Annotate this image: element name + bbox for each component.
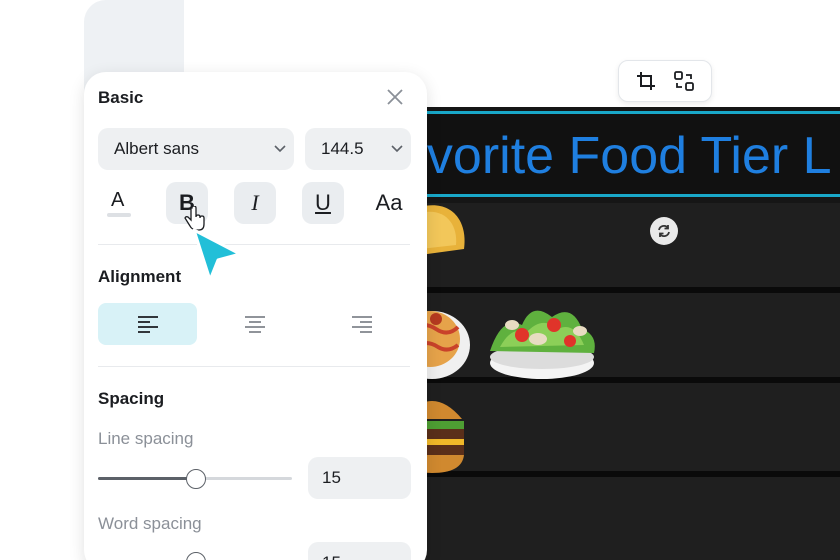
- align-center-button[interactable]: [205, 303, 304, 345]
- italic-icon: I: [251, 190, 259, 215]
- chevron-down-icon: [266, 144, 294, 154]
- align-left-icon: [137, 316, 158, 333]
- line-spacing-thumb[interactable]: [186, 469, 206, 489]
- line-spacing-input[interactable]: 15: [308, 457, 411, 499]
- divider: [98, 244, 410, 245]
- cursor-arrow-icon: [192, 228, 242, 282]
- text-case-button[interactable]: Aa: [368, 182, 410, 224]
- align-right-button[interactable]: [312, 303, 411, 345]
- image-toolbar: [618, 60, 712, 102]
- font-family-value: Albert sans: [114, 139, 200, 158]
- slider-fill: [98, 477, 196, 480]
- taco-image[interactable]: [420, 199, 470, 259]
- word-spacing-label: Word spacing: [98, 514, 202, 533]
- tier-list-title-band[interactable]: avorite Food Tier L: [400, 111, 840, 197]
- underline-icon: U: [315, 190, 331, 215]
- text-color-button[interactable]: A: [98, 182, 140, 224]
- align-center-icon: [244, 316, 265, 333]
- spacing-heading: Spacing: [98, 389, 165, 408]
- tier-list-title[interactable]: avorite Food Tier L: [400, 126, 832, 186]
- align-left-button[interactable]: [98, 303, 197, 345]
- tier-row: [400, 477, 840, 560]
- text-color-icon: A: [111, 189, 125, 211]
- salad-image[interactable]: [482, 295, 602, 385]
- underline-button[interactable]: U: [302, 182, 344, 224]
- text-settings-panel: Basic Albert sans 144.5 A B I U Aa Align…: [84, 72, 427, 560]
- text-case-icon: Aa: [375, 190, 403, 215]
- chevron-down-icon: [383, 144, 411, 154]
- crop-icon[interactable]: [631, 66, 661, 96]
- spaghetti-image[interactable]: [422, 299, 472, 383]
- panel-title: Basic: [98, 88, 144, 107]
- design-canvas[interactable]: avorite Food Tier L: [400, 107, 840, 560]
- font-size-value: 144.5: [321, 139, 364, 158]
- alignment-heading: Alignment: [98, 267, 182, 286]
- color-swatch: [107, 213, 131, 217]
- word-spacing-thumb[interactable]: [186, 552, 206, 560]
- word-spacing-input[interactable]: 15: [308, 542, 411, 560]
- rotate-icon[interactable]: [650, 217, 678, 245]
- burger-image[interactable]: [422, 389, 468, 479]
- align-right-icon: [351, 316, 372, 333]
- replace-icon[interactable]: [669, 66, 699, 96]
- font-family-select[interactable]: Albert sans: [98, 128, 294, 170]
- close-icon[interactable]: [384, 86, 406, 108]
- font-size-select[interactable]: 144.5: [305, 128, 411, 170]
- divider: [98, 366, 410, 367]
- line-spacing-label: Line spacing: [98, 429, 194, 448]
- italic-button[interactable]: I: [234, 182, 276, 224]
